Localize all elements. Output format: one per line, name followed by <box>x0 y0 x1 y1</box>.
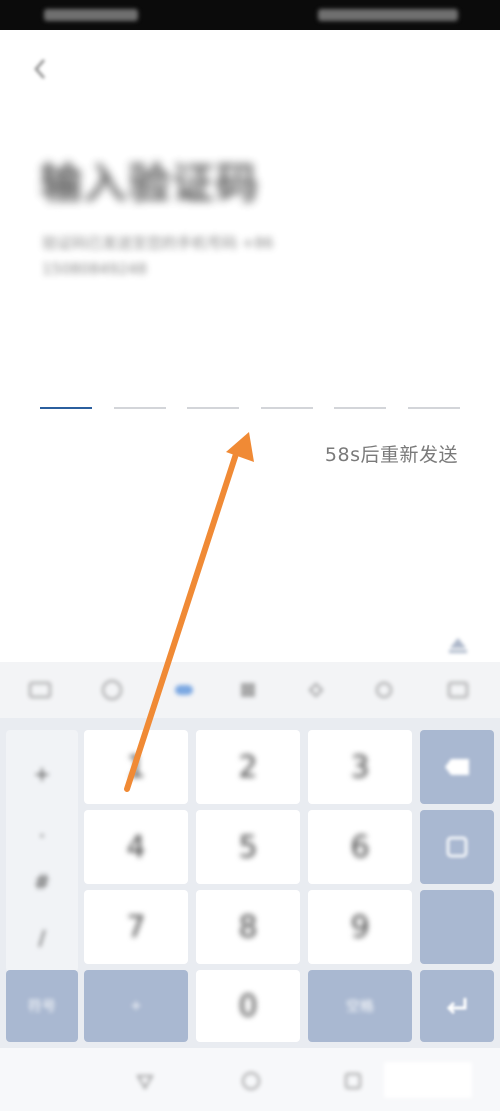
status-left-icons <box>44 9 138 21</box>
status-right-icons <box>318 9 458 21</box>
keyboard-icon[interactable] <box>28 679 52 701</box>
clear-key[interactable] <box>420 810 494 884</box>
voice-icon[interactable] <box>172 679 196 701</box>
grid-icon[interactable] <box>236 679 260 701</box>
key-6[interactable]: 6 <box>308 810 412 884</box>
keyboard-toolbar <box>0 662 500 718</box>
cursor-icon[interactable] <box>304 679 328 701</box>
space-key[interactable]: 空格 <box>308 970 412 1042</box>
back-arrow-icon[interactable] <box>26 54 56 84</box>
code-slot-4[interactable] <box>261 407 313 409</box>
backspace-key[interactable] <box>420 730 494 804</box>
code-input-slots[interactable] <box>40 407 460 411</box>
symbol-key[interactable]: + <box>6 762 78 786</box>
status-bar <box>0 0 500 30</box>
nav-recent-icon[interactable] <box>342 1070 364 1092</box>
enter-icon <box>446 998 467 1015</box>
numeric-keyboard: + . # / 1 2 3 4 5 6 7 8 9 符号 + 0 空格 <box>0 718 500 1048</box>
enter-key[interactable] <box>420 970 494 1042</box>
emoji-icon[interactable] <box>100 679 124 701</box>
nav-back-icon[interactable] <box>134 1070 156 1092</box>
backspace-icon <box>445 759 469 775</box>
verification-page <box>0 30 500 662</box>
plus-key[interactable]: + <box>84 970 188 1042</box>
navigation-bar <box>0 1048 500 1111</box>
key-0[interactable]: 0 <box>196 970 300 1042</box>
symbol-key[interactable]: / <box>6 926 78 950</box>
key-2[interactable]: 2 <box>196 730 300 804</box>
period-key[interactable] <box>420 890 494 964</box>
code-slot-1[interactable] <box>40 407 92 409</box>
symbol-column[interactable]: + . # / <box>6 730 78 972</box>
code-slot-5[interactable] <box>334 407 386 409</box>
settings-icon[interactable] <box>446 679 470 701</box>
symbol-key[interactable]: . <box>6 818 78 842</box>
key-3[interactable]: 3 <box>308 730 412 804</box>
nav-blur-block <box>384 1062 472 1098</box>
page-subtitle: 验证码已发送至您的手机号码 +86 15080849248 <box>42 234 274 278</box>
nav-home-icon[interactable] <box>240 1070 262 1092</box>
clear-icon <box>446 836 468 858</box>
code-slot-3[interactable] <box>187 407 239 409</box>
clipboard-icon[interactable] <box>372 679 396 701</box>
code-slot-6[interactable] <box>408 407 460 409</box>
key-5[interactable]: 5 <box>196 810 300 884</box>
keyboard-collapse-icon[interactable] <box>446 632 470 654</box>
code-slot-2[interactable] <box>114 407 166 409</box>
key-8[interactable]: 8 <box>196 890 300 964</box>
key-7[interactable]: 7 <box>84 890 188 964</box>
page-title: 输入验证码 <box>40 159 261 208</box>
symbol-key[interactable]: # <box>6 870 78 894</box>
symbols-key[interactable]: 符号 <box>6 970 78 1042</box>
key-1[interactable]: 1 <box>84 730 188 804</box>
key-4[interactable]: 4 <box>84 810 188 884</box>
key-9[interactable]: 9 <box>308 890 412 964</box>
resend-countdown: 58s后重新发送 <box>324 444 458 466</box>
